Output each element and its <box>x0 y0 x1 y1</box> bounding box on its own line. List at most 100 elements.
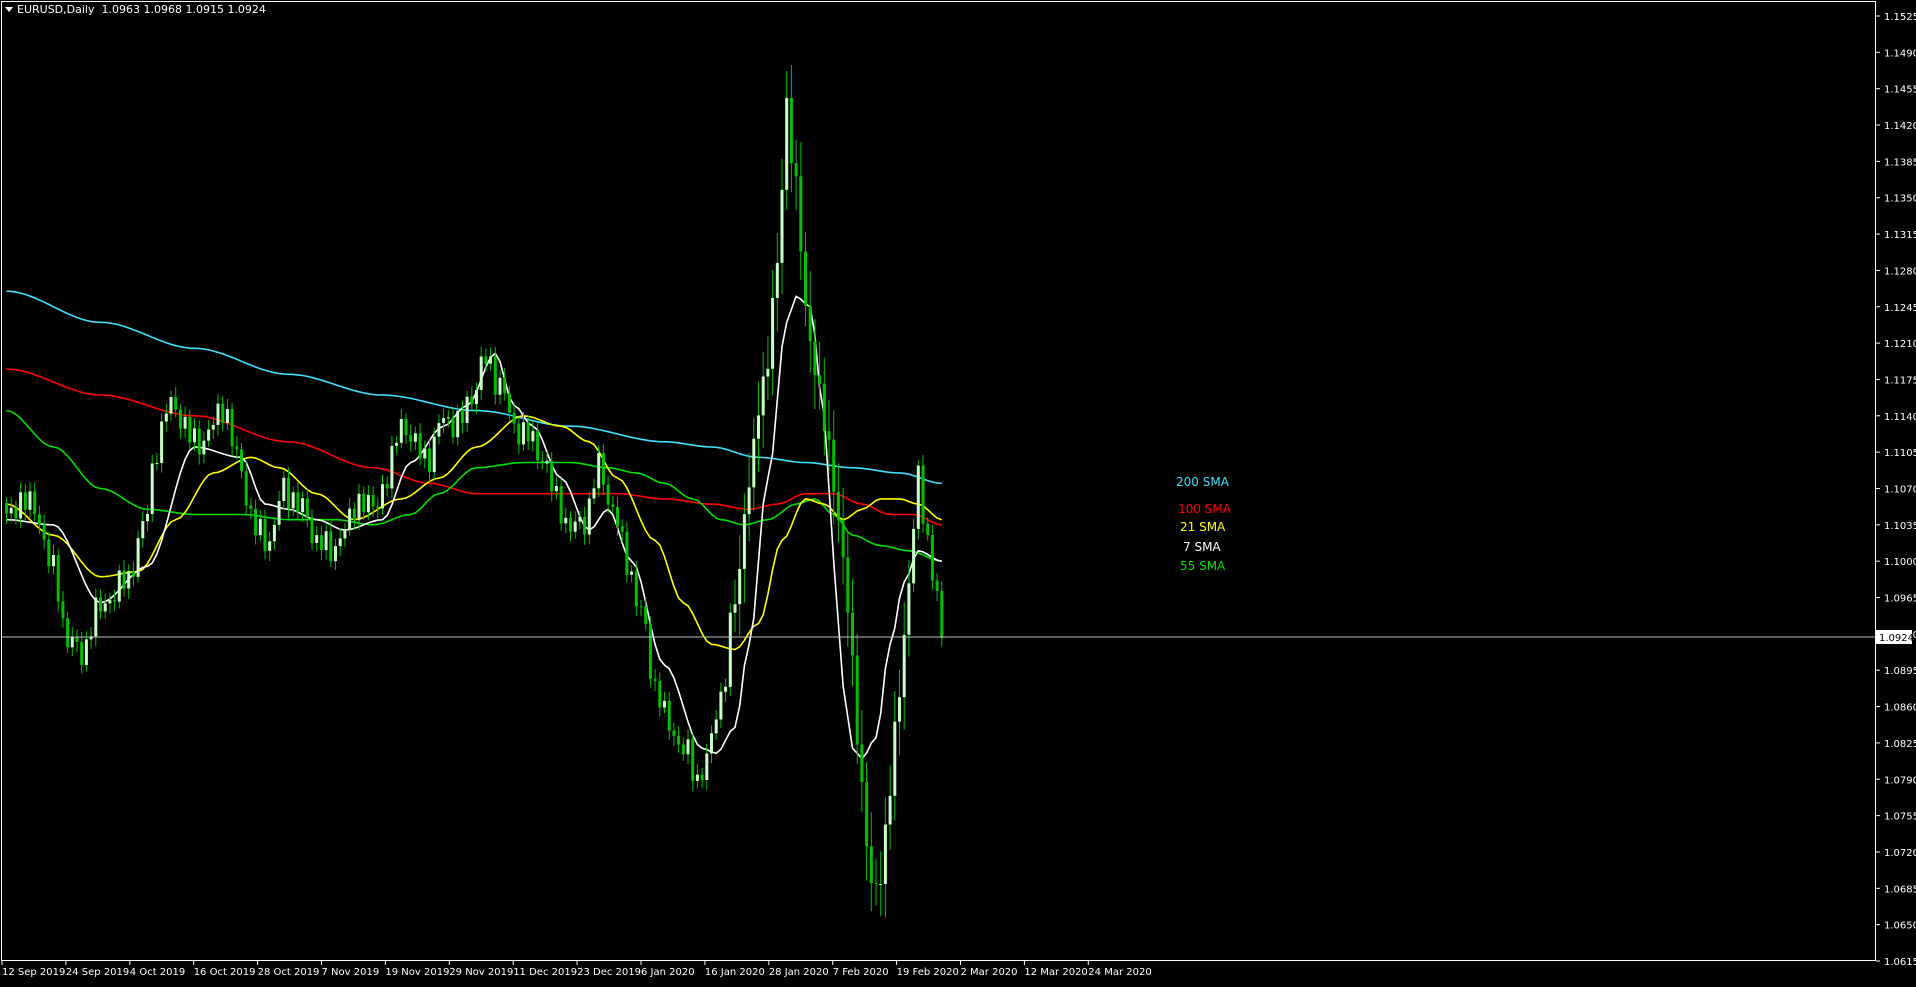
candle-body <box>531 430 535 442</box>
candle-body <box>644 606 648 624</box>
price-tick-label: 1.0720 <box>1884 848 1916 859</box>
candle-body <box>390 445 394 489</box>
candle-body <box>517 423 521 445</box>
candle-body <box>625 531 629 575</box>
time-tick-label: 29 Nov 2019 <box>449 967 513 978</box>
candle-body <box>827 431 831 440</box>
candle-body <box>160 421 164 463</box>
candle-body <box>33 491 37 515</box>
candle-body <box>545 460 549 464</box>
chart-root: 1.1525 1.1490 1.1455 1.1420 1.1385 1.1350 1.13… <box>0 0 1916 983</box>
candle-body <box>470 396 474 405</box>
candle-body <box>865 782 869 847</box>
candle-body <box>695 774 699 781</box>
candle-body <box>23 492 27 510</box>
price-tick-label: 1.1525 <box>1884 12 1916 23</box>
candle-body <box>930 535 934 581</box>
candle-body <box>601 453 605 485</box>
candle-body <box>94 597 98 637</box>
candle-body <box>639 606 643 608</box>
candle-body <box>84 639 88 666</box>
time-tick-label: 12 Sep 2019 <box>2 967 65 978</box>
price-tick-label: 1.1350 <box>1884 194 1916 205</box>
price-tick-label: 1.1175 <box>1884 375 1916 386</box>
candle-body <box>794 163 798 177</box>
menu-arrow-icon[interactable] <box>5 7 13 12</box>
candle-body <box>569 517 572 532</box>
time-tick-label: 16 Oct 2019 <box>194 967 256 978</box>
price-tick-label: 1.1490 <box>1884 48 1916 59</box>
candle-body <box>573 521 577 532</box>
candle-body <box>742 514 746 569</box>
candle-body <box>789 97 793 164</box>
candle-body <box>757 415 760 439</box>
candle-body <box>9 507 13 514</box>
candle-body <box>808 305 812 342</box>
candle-body <box>14 507 18 519</box>
candle-body <box>258 518 262 536</box>
candle-body <box>587 498 591 535</box>
candle-body <box>305 498 309 518</box>
candle-body <box>103 603 107 612</box>
time-tick-label: 7 Feb 2020 <box>833 967 889 978</box>
ohlc-values: 1.0963 1.0968 1.0915 1.0924 <box>101 3 266 16</box>
candle-body <box>583 516 587 535</box>
candle-body <box>855 655 859 745</box>
current-price-tag: 1.0924 <box>1876 630 1914 644</box>
candle-body <box>47 539 51 567</box>
candle-body <box>597 453 601 489</box>
candle-body <box>564 517 568 524</box>
candle-body <box>188 416 192 443</box>
price-tick-label: 1.1245 <box>1884 303 1916 314</box>
candle-body <box>70 637 74 648</box>
candle-body <box>334 546 337 562</box>
candle-body <box>366 494 370 513</box>
price-tick-label: 1.1140 <box>1884 412 1916 423</box>
candle-body <box>164 413 168 422</box>
candle-body <box>141 521 145 539</box>
candle-body <box>559 485 563 524</box>
candle-body <box>536 430 540 461</box>
price-tick-label: 1.0860 <box>1884 703 1916 714</box>
candle-body <box>193 428 196 443</box>
candle-body <box>423 448 427 459</box>
candle-body <box>113 600 117 602</box>
time-tick-label: 11 Dec 2019 <box>513 967 577 978</box>
price-tick-label: 1.0895 <box>1884 666 1916 677</box>
candle-body <box>183 416 187 429</box>
time-tick-label: 23 Dec 2019 <box>577 967 641 978</box>
candle-body <box>371 494 375 507</box>
candle-body <box>691 739 695 781</box>
candle-body <box>507 393 511 413</box>
candle-body <box>42 524 46 540</box>
candle-body <box>634 571 638 607</box>
candle-body <box>888 795 892 825</box>
candle-body <box>921 465 925 524</box>
candle-body <box>19 492 23 519</box>
candle-body <box>268 541 272 551</box>
time-tick-label: 12 Mar 2020 <box>1024 967 1087 978</box>
candle-body <box>122 570 126 589</box>
candle-body <box>672 730 676 736</box>
candle-body <box>451 417 455 438</box>
time-tick-label: 4 Oct 2019 <box>130 967 185 978</box>
candle-body <box>272 524 276 542</box>
legend-label: 55 SMA <box>1180 559 1226 573</box>
candle-body <box>446 417 450 419</box>
candle-body <box>540 460 544 464</box>
candle-body <box>663 700 666 708</box>
price-tick-label: 1.1280 <box>1884 266 1916 277</box>
candle-body <box>381 484 384 509</box>
price-tick-label: 1.0615 <box>1884 957 1916 968</box>
candle-body <box>240 449 243 472</box>
candle-body <box>442 418 446 423</box>
candle-body <box>738 568 742 605</box>
candle-body <box>653 678 657 681</box>
candle-body <box>484 356 488 364</box>
candle-body <box>592 488 596 499</box>
candle-body <box>211 424 215 430</box>
candle-body <box>329 531 333 562</box>
candle-body <box>136 538 140 577</box>
chart-svg: 1.1525 1.1490 1.1455 1.1420 1.1385 1.1350 1.13… <box>0 0 1916 983</box>
candle-body <box>352 508 356 521</box>
